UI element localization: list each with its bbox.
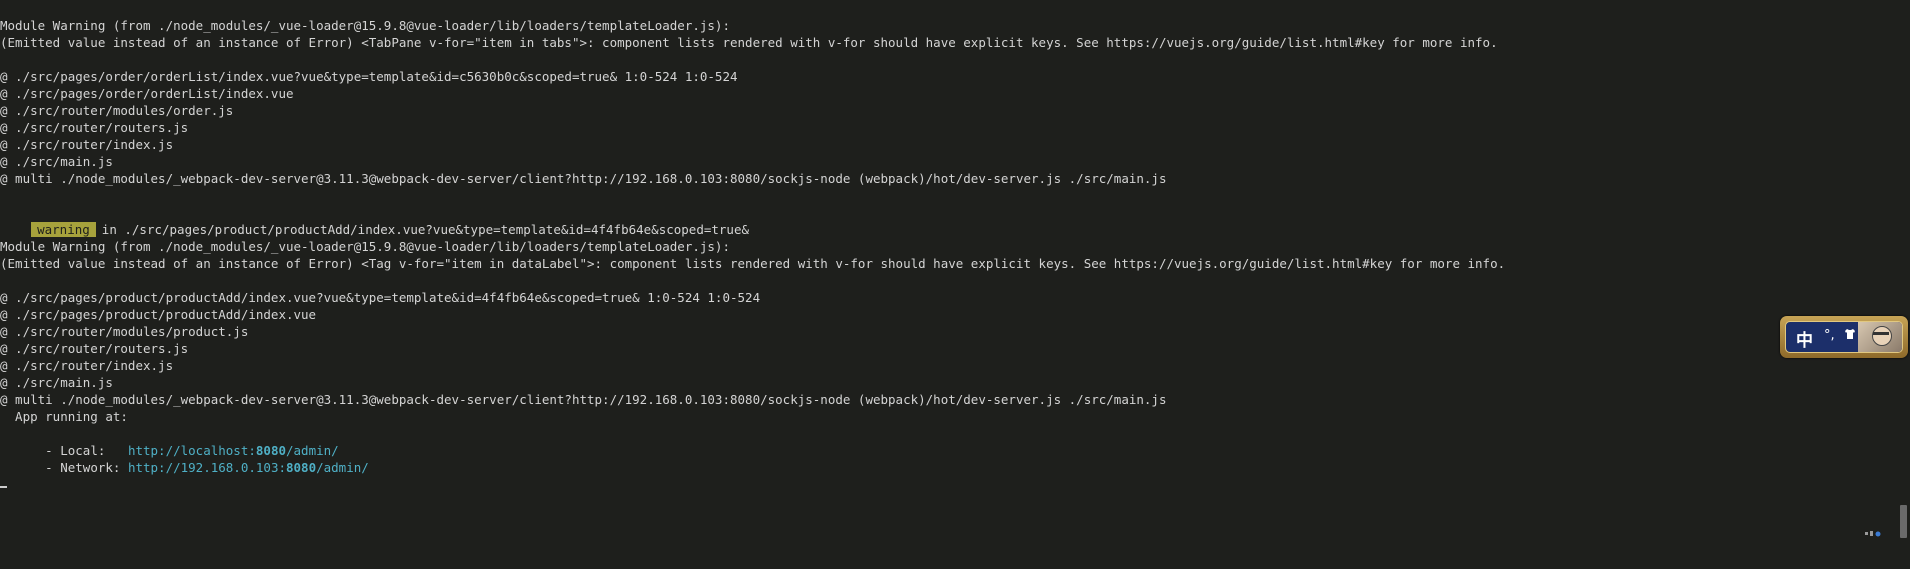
warning-detail-2: (Emitted value instead of an instance of… [0, 256, 1506, 271]
trace-line: @ ./src/router/index.js [0, 358, 174, 373]
scrollbar-thumb[interactable] [1900, 505, 1907, 538]
trace-line: @ ./src/pages/order/orderList/index.vue [0, 86, 294, 101]
warning-badge: warning [31, 222, 96, 237]
trace-line: @ ./src/router/modules/product.js [0, 324, 249, 339]
ime-mode-indicator[interactable]: 中 [1796, 326, 1813, 351]
trace-line: @ ./src/pages/product/productAdd/index.v… [0, 307, 317, 322]
trace-line: @ ./src/pages/order/orderList/index.vue?… [0, 69, 738, 84]
network-port: 8080 [286, 460, 317, 475]
warning-header-2: Module Warning (from ./node_modules/_vue… [0, 239, 730, 254]
terminal-cursor [0, 486, 7, 488]
local-port: 8080 [255, 443, 286, 458]
trace-line: @ ./src/main.js [0, 154, 113, 169]
ime-punctuation-toggle[interactable]: °, [1824, 328, 1835, 343]
terminal-output[interactable]: Module Warning (from ./node_modules/_vue… [0, 17, 1890, 475]
trace-line: @ multi ./node_modules/_webpack-dev-serv… [0, 392, 1167, 407]
trace-line: @ ./src/pages/product/productAdd/index.v… [0, 290, 761, 305]
trace-line: @ ./src/router/modules/order.js [0, 103, 234, 118]
trace-line: @ ./src/router/index.js [0, 137, 174, 152]
trace-line: @ ./src/main.js [0, 375, 113, 390]
app-running-title: App running at: [0, 409, 128, 424]
ime-status-widget[interactable]: 中 °, [1780, 316, 1908, 358]
trace-line: @ multi ./node_modules/_webpack-dev-serv… [0, 171, 1167, 186]
trace-line: @ ./src/router/routers.js [0, 120, 189, 135]
local-url-line: - Local: http://localhost:8080/admin/ [0, 425, 1890, 458]
vertical-scrollbar[interactable] [1896, 0, 1910, 569]
warning-header-1: Module Warning (from ./node_modules/_vue… [0, 18, 730, 33]
warning-line: warning in ./src/pages/product/productAdd… [0, 204, 1890, 237]
ime-panel: 中 °, [1785, 321, 1903, 353]
network-url-link[interactable]: http://192.168.0.103:8080/admin/ [128, 460, 369, 475]
shirt-icon[interactable] [1844, 328, 1856, 343]
local-url-link[interactable]: http://localhost:8080/admin/ [128, 443, 339, 458]
local-label: - Local: [30, 443, 128, 458]
trace-line: @ ./src/router/routers.js [0, 341, 189, 356]
network-label: - Network: [30, 460, 128, 475]
warning-detail-1: (Emitted value instead of an instance of… [0, 35, 1498, 50]
tray-indicator [1865, 530, 1881, 540]
warning-location: in ./src/pages/product/productAdd/index.… [101, 222, 750, 237]
